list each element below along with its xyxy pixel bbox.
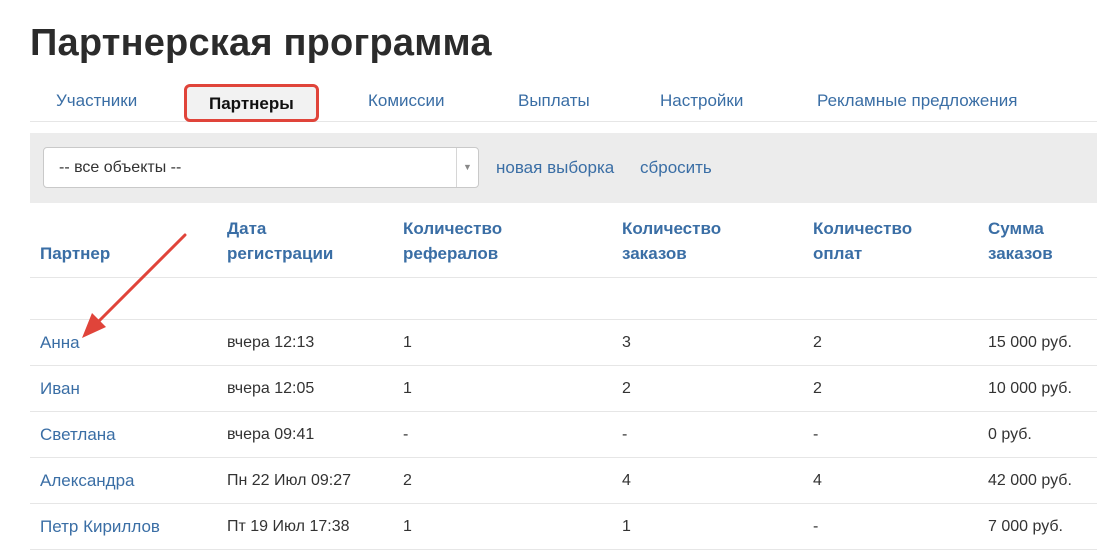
- cell-registration-date: Пт 19 Июл 17:38: [227, 518, 350, 535]
- tab-payouts[interactable]: Выплаты: [518, 80, 590, 122]
- objects-select[interactable]: -- все объекты -- ▼: [43, 147, 479, 188]
- header-payments-count[interactable]: Количество оплат: [813, 216, 912, 266]
- partner-name-link[interactable]: Александра: [40, 458, 135, 504]
- table-row: Александра Пн 22 Июл 09:27 2 4 4 42 000 руб.: [30, 458, 1097, 504]
- cell-referrals: 1: [403, 518, 412, 535]
- cell-sum: 10 000 руб.: [988, 380, 1072, 397]
- cell-orders: 1: [622, 518, 631, 535]
- table-body: Анна вчера 12:13 1 3 2 15 000 руб. Иван вчера 1…: [30, 320, 1097, 550]
- table-row: Анна вчера 12:13 1 3 2 15 000 руб.: [30, 320, 1097, 366]
- cell-registration-date: вчера 12:13: [227, 334, 315, 351]
- cell-payments: 4: [813, 472, 822, 489]
- cell-referrals: 1: [403, 380, 412, 397]
- tab-ad-offers[interactable]: Рекламные предложения: [817, 80, 1017, 122]
- cell-registration-date: вчера 09:41: [227, 426, 315, 443]
- header-registration-date[interactable]: Дата регистрации: [227, 216, 333, 266]
- tab-commissions[interactable]: Комиссии: [368, 80, 445, 122]
- partner-name-link[interactable]: Анна: [40, 320, 80, 366]
- partner-name-link[interactable]: Петр Кириллов: [40, 504, 160, 550]
- table-row: Петр Кириллов Пт 19 Июл 17:38 1 1 - 7 000 руб…: [30, 504, 1097, 550]
- cell-sum: 0 руб.: [988, 426, 1032, 443]
- header-orders-sum[interactable]: Сумма заказов: [988, 216, 1053, 266]
- table-header: Партнер Дата регистрации Количество рефера…: [30, 203, 1097, 278]
- tab-partners[interactable]: Партнеры: [184, 84, 319, 122]
- header-referrals-count[interactable]: Количество рефералов: [403, 216, 502, 266]
- table-row: Светлана вчера 09:41 - - - 0 руб.: [30, 412, 1097, 458]
- cell-sum: 7 000 руб.: [988, 518, 1063, 535]
- table-spacer-row: [30, 278, 1097, 320]
- cell-payments: -: [813, 426, 819, 443]
- cell-orders: 2: [622, 380, 631, 397]
- tab-bar: Участники Партнеры Комиссии Выплаты Наст…: [30, 80, 1097, 122]
- objects-select-value: -- все объекты --: [59, 159, 182, 176]
- cell-orders: 3: [622, 334, 631, 351]
- tab-settings[interactable]: Настройки: [660, 80, 743, 122]
- cell-orders: -: [622, 426, 628, 443]
- cell-registration-date: Пн 22 Июл 09:27: [227, 472, 351, 489]
- cell-payments: -: [813, 518, 819, 535]
- page-title: Партнерская программа: [30, 22, 492, 64]
- partners-table: Партнер Дата регистрации Количество рефера…: [30, 203, 1097, 550]
- header-partner[interactable]: Партнер: [40, 241, 110, 266]
- partner-name-link[interactable]: Светлана: [40, 412, 116, 458]
- tab-participants[interactable]: Участники: [56, 80, 137, 122]
- filter-bar: -- все объекты -- ▼ новая выборка сброси…: [30, 133, 1097, 203]
- new-selection-link[interactable]: новая выборка: [496, 133, 614, 203]
- cell-orders: 4: [622, 472, 631, 489]
- chevron-down-icon[interactable]: ▼: [456, 148, 478, 187]
- table-row: Иван вчера 12:05 1 2 2 10 000 руб.: [30, 366, 1097, 412]
- partner-name-link[interactable]: Иван: [40, 366, 80, 412]
- cell-referrals: 2: [403, 472, 412, 489]
- header-orders-count[interactable]: Количество заказов: [622, 216, 721, 266]
- cell-payments: 2: [813, 380, 822, 397]
- cell-referrals: -: [403, 426, 409, 443]
- reset-link[interactable]: сбросить: [640, 133, 712, 203]
- cell-referrals: 1: [403, 334, 412, 351]
- cell-registration-date: вчера 12:05: [227, 380, 315, 397]
- cell-sum: 15 000 руб.: [988, 334, 1072, 351]
- cell-payments: 2: [813, 334, 822, 351]
- cell-sum: 42 000 руб.: [988, 472, 1072, 489]
